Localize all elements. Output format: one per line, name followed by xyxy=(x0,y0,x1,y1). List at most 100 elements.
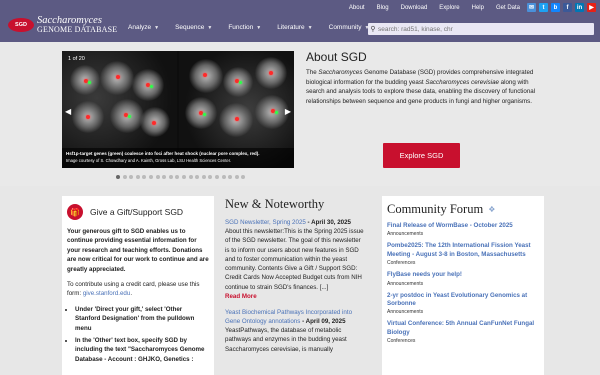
bluesky-icon[interactable]: b xyxy=(551,3,560,12)
news-body: YeastPathways, the database of metabolic… xyxy=(225,327,347,353)
caption-title: Hsf1p-target genes (green) coalesce into… xyxy=(66,151,260,156)
forum-post-category: Conferences xyxy=(387,260,416,267)
linkedin-icon[interactable]: in xyxy=(575,3,584,12)
carousel-dot[interactable] xyxy=(188,175,193,179)
red-focus xyxy=(203,73,207,77)
carousel-dot[interactable] xyxy=(214,175,219,179)
news-heading: SGD Newsletter, Spring 2025 - April 30, … xyxy=(225,218,365,227)
green-focus xyxy=(203,113,206,116)
youtube-icon[interactable]: ▶ xyxy=(587,3,596,12)
carousel-dot[interactable] xyxy=(201,175,206,179)
carousel-dot[interactable] xyxy=(148,175,153,179)
image-carousel: 1 of 20 ◀ ▶ Hsf1p-target genes (green) c… xyxy=(62,51,294,168)
chat-bubbles-icon: ❖ xyxy=(488,205,496,214)
gift-title: Give a Gift/Support SGD xyxy=(90,207,184,217)
news-link[interactable]: SGD Newsletter, Spring 2025 xyxy=(225,219,306,226)
search-input[interactable] xyxy=(378,25,594,33)
news-item: Yeast Biochemical Pathways Incorporated … xyxy=(225,308,365,354)
red-focus xyxy=(269,71,273,75)
nav-analyze-label: Analyze xyxy=(128,24,152,31)
top-link-explore[interactable]: Explore xyxy=(439,5,459,11)
search-icon[interactable]: ⚲ xyxy=(368,25,378,33)
chevron-down-icon: ▼ xyxy=(307,24,313,31)
nav-community[interactable]: Community ▼ xyxy=(329,24,370,31)
forum-post: 2-yr postdoc in Yeast Evolutionary Genom… xyxy=(387,292,539,316)
forum-post-link[interactable]: 2-yr postdoc in Yeast Evolutionary Genom… xyxy=(387,292,539,309)
chevron-right-icon[interactable]: ▶ xyxy=(285,107,291,116)
carousel-dot[interactable] xyxy=(234,175,239,179)
gift-appeal: Your generous gift to SGD enables us to … xyxy=(67,228,209,273)
gift-contribute-text: To contribute using a credit card, pleas… xyxy=(67,280,209,299)
news-panel: New & Noteworthy SGD Newsletter, Spring … xyxy=(225,196,365,375)
forum-post-link[interactable]: Final Release of WormBase - October 2025 xyxy=(387,222,539,230)
forum-post-category: Announcements xyxy=(387,309,424,316)
top-link-help[interactable]: Help xyxy=(472,5,484,11)
top-link-blog[interactable]: Blog xyxy=(377,5,389,11)
carousel-dot[interactable] xyxy=(221,175,226,179)
red-focus xyxy=(86,115,90,119)
news-heading: Yeast Biochemical Pathways Incorporated … xyxy=(225,308,365,326)
caption-credit: Image courtesy of S. Chowdhary and A. Ka… xyxy=(66,158,232,163)
main-nav: Analyze ▼ Sequence ▼ Function ▼ Literature ▼… xyxy=(128,24,385,31)
gift-instructions: Under 'Direct your gift,' select 'Other … xyxy=(67,305,209,364)
forum-post-link[interactable]: Virtual Conference: 5th Annual CanFunNet… xyxy=(387,320,539,337)
forum-post-category: Conferences xyxy=(387,338,416,345)
nav-community-label: Community xyxy=(328,24,362,31)
top-link-get-data[interactable]: Get Data xyxy=(496,5,520,11)
carousel-dot[interactable] xyxy=(129,175,134,179)
green-focus xyxy=(275,111,278,114)
email-icon[interactable]: ✉ xyxy=(527,3,536,12)
logo-line1: Saccharomyces xyxy=(37,15,102,26)
sgd-logo[interactable]: SGD Saccharomyces GENOME DATABASE xyxy=(8,15,117,34)
nav-literature-label: Literature xyxy=(277,24,305,31)
nav-sequence[interactable]: Sequence ▼ xyxy=(175,24,212,31)
carousel-dot[interactable] xyxy=(228,175,233,179)
search-box: ⚲ xyxy=(368,23,594,35)
carousel-dot[interactable] xyxy=(168,175,173,179)
gift-icon: 🎁 xyxy=(67,204,83,220)
top-link-download[interactable]: Download xyxy=(401,5,428,11)
carousel-dot[interactable] xyxy=(195,175,200,179)
carousel-dot[interactable] xyxy=(122,175,127,179)
carousel-dot[interactable] xyxy=(175,175,180,179)
nav-analyze[interactable]: Analyze ▼ xyxy=(128,24,159,31)
forum-post: FlyBase needs your help! Announcements xyxy=(387,271,539,286)
carousel-dot[interactable] xyxy=(135,175,140,179)
about-text-italic: Saccharomyces cerevisiae xyxy=(425,78,499,86)
carousel-dot[interactable] xyxy=(155,175,160,179)
about-text-part: The xyxy=(306,69,319,76)
forum-post-link[interactable]: FlyBase needs your help! xyxy=(387,271,539,279)
carousel-dot[interactable] xyxy=(116,175,120,179)
explore-sgd-button[interactable]: Explore SGD xyxy=(383,143,460,168)
green-focus xyxy=(239,81,242,84)
news-date: - April 09, 2025 xyxy=(300,318,346,326)
news-item: SGD Newsletter, Spring 2025 - April 30, … xyxy=(225,218,365,300)
red-focus xyxy=(116,75,120,79)
carousel-dot[interactable] xyxy=(162,175,167,179)
carousel-dots xyxy=(116,175,248,179)
list-item: In the 'Other' text box, specify SGD by … xyxy=(75,336,209,364)
carousel-dot[interactable] xyxy=(208,175,213,179)
chevron-down-icon: ▼ xyxy=(154,24,160,31)
carousel-dot[interactable] xyxy=(241,175,246,179)
give-stanford-link[interactable]: give.stanford.edu xyxy=(83,290,130,297)
nav-function-label: Function xyxy=(228,24,254,31)
forum-post: Pombe2025: The 12th International Fissio… xyxy=(387,242,539,266)
nav-function[interactable]: Function ▼ xyxy=(228,24,261,31)
chevron-left-icon[interactable]: ◀ xyxy=(65,107,71,116)
carousel-dot[interactable] xyxy=(142,175,147,179)
about-title: About SGD xyxy=(306,50,367,64)
carousel-dot[interactable] xyxy=(181,175,186,179)
twitter-icon[interactable]: t xyxy=(539,3,548,12)
slide-caption: Hsf1p-target genes (green) coalesce into… xyxy=(62,148,294,168)
news-body: About this newsletter:This is the Spring… xyxy=(225,228,364,291)
facebook-icon[interactable]: f xyxy=(563,3,572,12)
slide-counter: 1 of 20 xyxy=(68,56,85,62)
nav-literature[interactable]: Literature ▼ xyxy=(277,24,312,31)
forum-header: Community Forum ❖ xyxy=(387,202,539,217)
top-links-bar: About Blog Download Explore Help Get Dat… xyxy=(337,3,596,12)
forum-post-link[interactable]: Pombe2025: The 12th International Fissio… xyxy=(387,242,539,259)
top-link-about[interactable]: About xyxy=(349,5,365,11)
social-icons: ✉ t b f in ▶ xyxy=(524,3,596,12)
read-more-link[interactable]: Read More xyxy=(225,293,365,300)
